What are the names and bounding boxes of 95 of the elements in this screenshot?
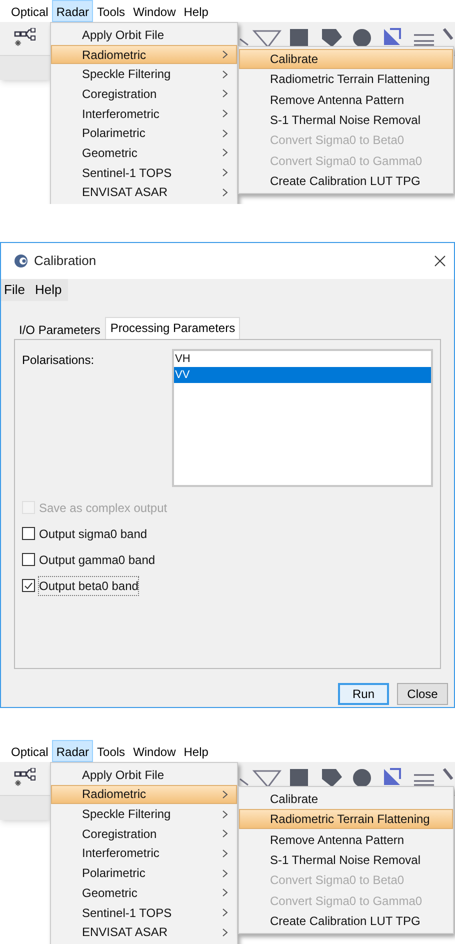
menu-item[interactable]: Interferometric [51,844,237,864]
menu-item[interactable]: Polarimetric [51,863,237,883]
submenu-item[interactable]: Remove Antenna Pattern [239,829,453,850]
menu-item[interactable]: Apply Orbit File [51,25,237,45]
menu-item[interactable]: Radiometric [51,44,237,64]
close-button[interactable]: Close [397,682,448,705]
tab[interactable]: I/O Parameters [14,320,106,339]
chevron-right-icon [222,908,228,918]
menu-item[interactable]: Sentinel-1 TOPS [51,162,237,182]
menu-item-label: Speckle Filtering [82,66,171,84]
chevron-right-icon [222,128,228,138]
menu-item[interactable]: ENVISAT ASAR [51,922,237,942]
submenu-item[interactable]: Calibrate [239,788,453,810]
menu-item-label: Interferometric [82,106,160,123]
submenu-item[interactable]: S-1 Thermal Noise Removal [239,850,453,870]
menu-item[interactable]: Polarimetric [51,123,237,144]
menu-item-label: Apply Orbit File [82,766,164,784]
menu-bar-item[interactable]: File [4,280,25,300]
menu-item-label: Coregistration [82,86,157,103]
menu-item-label: Speckle Filtering [82,806,171,824]
menu-item-label: Interferometric [82,845,160,862]
menu-bar-item[interactable]: Help [34,280,62,300]
menu-item[interactable]: Speckle Filtering [51,64,237,84]
checkbox[interactable] [22,527,35,540]
menu-item-label: Coregistration [82,826,157,843]
menu-item-label: Sentinel-1 TOPS [82,164,172,182]
menu-item[interactable]: Radiometric [51,784,237,804]
workflow-icon[interactable] [14,768,36,788]
menu-bar-item[interactable]: Optical [7,0,52,22]
menu-item-label: Polarimetric [82,125,146,142]
menu-item-label: Geometric [82,144,138,162]
chevron-right-icon [222,790,228,799]
list-item[interactable]: VV [174,366,431,383]
app-logo-icon [14,254,28,268]
menu-bar-item[interactable]: Radar [52,740,94,762]
menu-bar-item[interactable]: Radar [52,0,94,22]
menu-item-label: Radiometric [82,46,146,64]
menu-item-label: ENVISAT ASAR [82,184,168,202]
chevron-right-icon [222,109,228,118]
run-button[interactable]: Run [338,682,389,705]
checkbox[interactable] [22,579,35,592]
menu-bar-item[interactable]: Optical [7,740,52,762]
submenu-item[interactable]: Remove Antenna Pattern [239,90,453,110]
chevron-right-icon [222,888,228,898]
checkbox-label: Output beta0 band [39,576,138,595]
menu-item-label: Polarimetric [82,865,146,882]
polarisations-list[interactable]: VH VV [172,348,433,487]
chevron-right-icon [222,928,228,937]
menu-item-label: ENVISAT ASAR [82,924,168,942]
submenu-item[interactable]: Radiometric Terrain Flattening [239,809,453,830]
submenu-item[interactable]: Radiometric Terrain Flattening [239,69,453,90]
menu-bar-item[interactable]: Help [180,740,212,762]
checkbox-label: Output gamma0 band [39,552,156,569]
submenu-item[interactable]: Calibrate [239,49,453,70]
menu-item[interactable]: Geometric [51,143,237,163]
submenu-item[interactable]: S-1 Thermal Noise Removal [239,110,453,130]
list-item[interactable]: VH [174,350,431,367]
menu-item-label: Radiometric [82,786,146,804]
window-title: Calibration [34,252,96,270]
menu-item[interactable]: Apply Orbit File [51,764,237,785]
checkbox-label: Output sigma0 band [39,526,148,543]
chevron-right-icon [222,50,228,60]
chevron-right-icon [222,168,228,178]
menu-item[interactable]: ENVISAT ASAR [51,182,237,202]
menu-item[interactable]: Coregistration [51,824,237,844]
chevron-right-icon [222,148,228,158]
menu-item[interactable]: Sentinel-1 TOPS [51,902,237,922]
menu-bar-item[interactable]: Window [129,0,180,22]
close-icon[interactable] [434,254,446,267]
checkbox[interactable] [22,553,35,566]
menu-item[interactable]: Interferometric [51,104,237,124]
submenu-item[interactable]: Create Calibration LUT TPG [239,170,453,192]
submenu-item[interactable]: Create Calibration LUT TPG [239,910,453,931]
chevron-right-icon [222,868,228,878]
menu-item[interactable]: Coregistration [51,84,237,104]
chevron-right-icon [222,188,228,197]
menu-item-label: Geometric [82,884,138,902]
chevron-right-icon [222,829,228,838]
chevron-right-icon [222,848,228,858]
chevron-right-icon [222,810,228,819]
menu-item-label: Apply Orbit File [82,26,164,44]
checkmark-icon [24,582,33,590]
workflow-icon[interactable] [14,28,36,48]
menu-bar-item[interactable]: Window [129,740,180,762]
menu-bar-item[interactable]: Tools [93,740,130,762]
chevron-right-icon [222,89,228,98]
menu-bar-item[interactable]: Tools [93,0,130,22]
menu-bar-item[interactable]: Help [180,0,212,22]
field-label: Polarisations: [22,352,96,369]
tab[interactable]: Processing Parameters [105,316,240,339]
checkbox-label: Save as complex output [39,500,168,517]
menu-item[interactable]: Speckle Filtering [51,804,237,824]
menu-item[interactable]: Geometric [51,883,237,903]
menu-item-label: Sentinel-1 TOPS [82,904,172,922]
chevron-right-icon [222,70,228,79]
